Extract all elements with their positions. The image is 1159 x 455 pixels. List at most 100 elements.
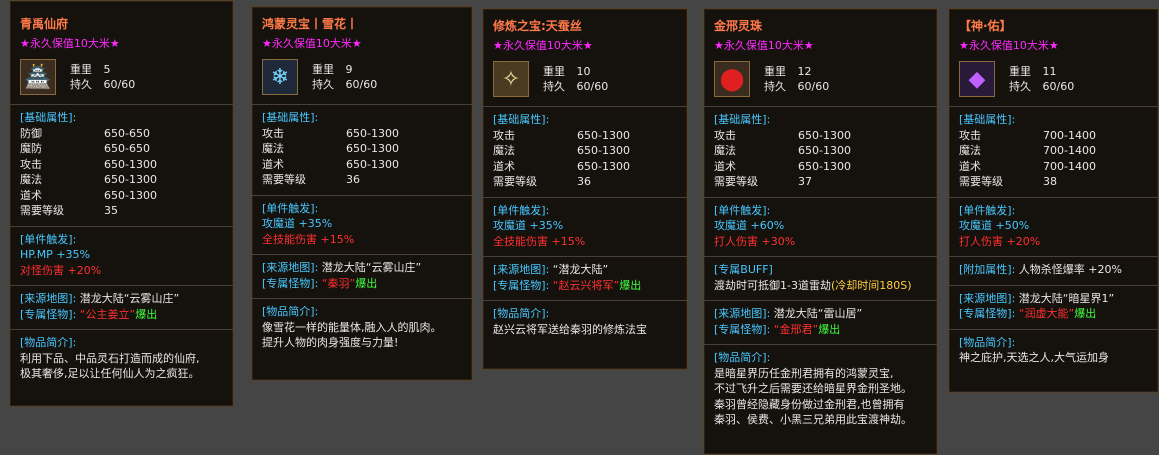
item-name: 修炼之宝:天蚕丝 [493, 19, 582, 33]
monster-name: “金邢君” [773, 322, 819, 336]
section-header: [基础属性]: [714, 113, 771, 126]
buff-section: [专属BUFF] 渡劫时可抵御1-3道雷劫(冷却时间180S) [704, 260, 937, 297]
durability-label: 持久 [312, 78, 334, 91]
attr-value: 650-1300 [346, 157, 399, 171]
intro-line: 像雪花一样的能量体,融入人的肌肉。 [262, 320, 442, 334]
source-label: [来源地图]: [959, 291, 1016, 305]
source-map: 潜龙大陆“暗星界1” [1018, 291, 1115, 305]
attr-value: 650-1300 [104, 157, 157, 171]
durability-label: 持久 [543, 80, 565, 93]
attr-value: 650-650 [104, 126, 150, 140]
attr-name: 魔防 [20, 142, 42, 155]
attr-value: 38 [1043, 175, 1057, 188]
item-tooltip-card: 金邢灵珠 ★永久保值10大米★ ⬤ 重里 12 持久 60/60 [基础属性]:… [703, 8, 938, 455]
purple-book-icon: ◆ [959, 61, 995, 97]
base-attributes: [基础属性]: 攻击 650-1300 魔法 650-1300 道术 650-1300… [483, 110, 687, 194]
source-label: [来源地图]: [714, 307, 771, 320]
intro-line: 秦羽曾经隐藏身份做过金刑君,也曾拥有 [714, 397, 905, 411]
trigger-value: +20% [67, 263, 102, 277]
drop-label: 爆出 [1074, 307, 1097, 320]
trigger-value: +30% [761, 234, 796, 248]
item-tooltip-card: 鸿蒙灵宝丨雪花丨 ★永久保值10大米★ ❄ 重里 9 持久 60/60 [基础属… [251, 6, 473, 381]
trigger-attributes: [单件触发]: 攻魔道 +35% 全技能伤害 +15% [483, 201, 687, 254]
intro-line: 秦羽、侯费、小黑三兄弟用此宝渡神劫。 [714, 413, 912, 426]
section-header: [基础属性]: [20, 111, 77, 124]
durability-value: 60/60 [103, 78, 136, 91]
durability-label: 持久 [1009, 80, 1031, 93]
trigger-attributes: [单件触发]: 攻魔道 +60% 打人伤害 +30% [704, 201, 937, 254]
attr-value: 700-1400 [1043, 159, 1096, 173]
trigger-name: 攻魔道 [493, 219, 526, 232]
section-header: [单件触发]: [714, 203, 771, 217]
trigger-value: +35% [298, 217, 333, 230]
source-label: [来源地图]: [493, 263, 550, 276]
intro-section: [物品简介]: 像雪花一样的能量体,融入人的肌肉。 提升人物的肉身强度与力量! [252, 302, 472, 355]
attr-value: 650-1300 [577, 159, 630, 173]
attr-name: 魔法 [20, 173, 42, 186]
item-name: 【神·佑】 [959, 19, 1012, 33]
item-name: 鸿蒙灵宝丨雪花丨 [262, 17, 359, 31]
monster-name: “赵云兴将军” [552, 278, 620, 292]
attr-name: 需要等级 [20, 204, 64, 217]
monster-label: [专属怪物]: [262, 276, 319, 290]
trigger-value: +60% [750, 219, 785, 232]
source-label: [来源地图]: [20, 292, 77, 305]
intro-section: [物品简介]: 是暗星界历任金刑君拥有的鸿蒙灵宝, 不过飞升之后需要还给暗星界金… [704, 348, 937, 432]
trigger-value: +35% [529, 219, 564, 232]
intro-line: 是暗星界历任金刑君拥有的鸿蒙灵宝, [714, 366, 894, 380]
silk-thread-icon: ✧ [493, 61, 529, 97]
intro-line: 不过飞升之后需要还给暗星界金刑圣地。 [714, 382, 912, 395]
section-header: [物品简介]: [493, 307, 550, 320]
intro-line: 极其奢侈,足以让任何仙人为之疯狂。 [20, 367, 200, 380]
item-subtitle: ★永久保值10大米★ [959, 39, 1059, 52]
source-map: “潜龙大陆” [552, 263, 609, 276]
attr-name: 道术 [20, 188, 42, 202]
weight-value: 12 [797, 65, 812, 78]
section-header: [基础属性]: [493, 113, 550, 126]
drop-label: 爆出 [355, 276, 378, 290]
intro-line: 赵兴云将军送给秦羽的修炼法宝 [493, 322, 647, 336]
durability-label: 持久 [70, 78, 92, 91]
section-header: [单件触发]: [959, 203, 1016, 217]
durability-value: 60/60 [576, 80, 609, 93]
item-subtitle: ★永久保值10大米★ [493, 39, 593, 52]
source-label: [来源地图]: [262, 261, 319, 274]
attr-value: 37 [798, 175, 812, 188]
section-header: [物品简介]: [714, 351, 771, 364]
source-map: 潜龙大陆“雷山居” [773, 307, 863, 320]
source-map: 潜龙大陆“云雾山庄” [321, 261, 422, 274]
section-header: [单件触发]: [493, 203, 550, 217]
extra-attributes: [附加属性]: 人物杀怪爆率 +20% [949, 260, 1158, 282]
attr-name: 需要等级 [714, 175, 758, 188]
attr-name: 魔法 [959, 144, 981, 157]
trigger-attributes: [单件触发]: HP.MP +35% 对怪伤害 +20% [10, 230, 233, 283]
item-tooltip-card: 青禹仙府 ★永久保值10大米★ 🏯 重里 5 持久 60/60 [基础属性]: … [9, 0, 234, 407]
attr-value: 650-1300 [798, 144, 851, 157]
attr-value: 650-650 [104, 142, 150, 155]
section-header: [物品简介]: [262, 305, 319, 318]
trigger-value: +50% [995, 219, 1030, 232]
attr-name: 防御 [20, 126, 42, 140]
intro-section: [物品简介]: 赵兴云将军送给秦羽的修炼法宝 [483, 304, 687, 341]
intro-line: 利用下品、中品灵石打造而成的仙府, [20, 351, 200, 365]
section-header: [单件触发]: [262, 201, 319, 215]
source-map: 潜龙大陆“云雾山庄” [79, 292, 180, 305]
trigger-name: 攻魔道 [262, 217, 295, 230]
attr-name: 需要等级 [959, 175, 1003, 188]
extra-label: [附加属性]: [959, 263, 1016, 276]
attr-name: 需要等级 [493, 175, 537, 188]
intro-section: [物品简介]: 利用下品、中品灵石打造而成的仙府, 极其奢侈,足以让任何仙人为之… [10, 333, 233, 386]
attr-name: 攻击 [493, 128, 515, 142]
item-subtitle: ★永久保值10大米★ [714, 39, 814, 52]
base-attributes: [基础属性]: 攻击 700-1400 魔法 700-1400 道术 700-1400… [949, 110, 1158, 194]
attr-value: 650-1300 [577, 144, 630, 157]
attr-name: 攻击 [959, 128, 981, 142]
trigger-name: 攻魔道 [714, 219, 747, 232]
attr-name: 道术 [959, 159, 981, 173]
trigger-attributes: [单件触发]: 攻魔道 +35% 全技能伤害 +15% [252, 199, 472, 252]
extra-value: 人物杀怪爆率 +20% [1018, 263, 1122, 276]
trigger-value: +15% [320, 232, 355, 246]
attr-name: 攻击 [20, 157, 42, 171]
monster-label: [专属怪物]: [714, 322, 771, 336]
trigger-name: HP.MP [20, 248, 53, 261]
